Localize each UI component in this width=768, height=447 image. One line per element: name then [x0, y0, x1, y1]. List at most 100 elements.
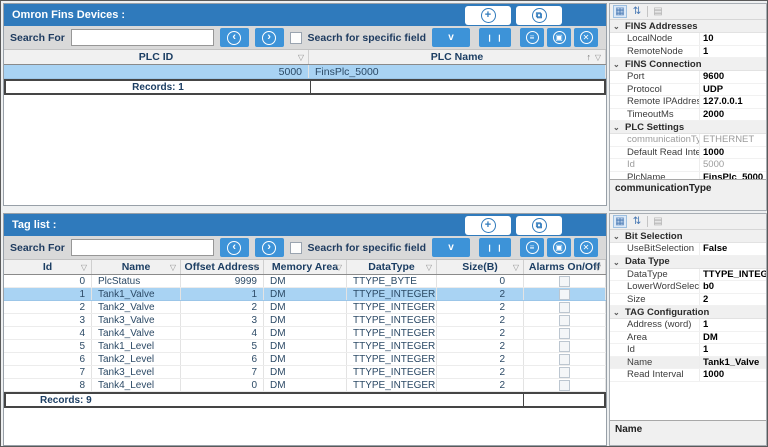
filter-icon[interactable]: ▽	[298, 53, 304, 62]
alarm-checkbox[interactable]	[559, 315, 570, 326]
chevron-down-icon[interactable]: ⌄	[613, 230, 620, 243]
property-row[interactable]: LowerWordSelectionb0	[610, 281, 766, 294]
tag-column-id[interactable]: Id ▽	[4, 260, 92, 274]
property-value[interactable]: TTYPE_INTEGER	[700, 269, 766, 281]
tag-column-size[interactable]: Size(B) ▽	[437, 260, 524, 274]
filter-icon[interactable]: ▽	[595, 53, 601, 62]
filter-icon[interactable]: ▽	[513, 263, 519, 272]
fins-menu-button[interactable]: ≡	[520, 28, 544, 47]
chevron-down-icon[interactable]: ⌄	[613, 256, 620, 269]
property-value[interactable]: 127.0.0.1	[700, 96, 766, 108]
property-value[interactable]: 1000	[700, 147, 766, 159]
tag-column-datatype[interactable]: DataType ▽	[347, 260, 437, 274]
chevron-down-icon[interactable]: ⌄	[613, 20, 620, 33]
property-row[interactable]: PlcNameFinsPlc_5000	[610, 172, 766, 180]
property-value[interactable]: DM	[700, 332, 766, 344]
property-row[interactable]: UseBitSelectionFalse	[610, 243, 766, 256]
table-row[interactable]: 5 Tank1_Level 5 DM TTYPE_INTEGER 2	[4, 340, 606, 353]
fins-table-row[interactable]: 5000 FinsPlc_5000	[4, 65, 606, 79]
filter-icon[interactable]: ▽	[81, 263, 87, 272]
property-category[interactable]: ⌄PLC Settings	[610, 121, 766, 134]
fins-validate-button[interactable]: v	[432, 28, 470, 47]
tag-column-alarms[interactable]: Alarms On/Off ▽	[524, 260, 606, 274]
copy-tag-button[interactable]: ⧉	[516, 216, 562, 235]
property-row[interactable]: Id1	[610, 344, 766, 357]
fins-export-button[interactable]: ▣	[547, 28, 571, 47]
property-value[interactable]: 2000	[700, 109, 766, 121]
table-row[interactable]: 2 Tank2_Valve 2 DM TTYPE_INTEGER 2	[4, 301, 606, 314]
alarm-checkbox[interactable]	[559, 328, 570, 339]
property-category[interactable]: ⌄FINS Connection	[610, 58, 766, 71]
chevron-down-icon[interactable]: ⌄	[613, 306, 620, 319]
chevron-down-icon[interactable]: ⌄	[613, 121, 620, 134]
alarm-checkbox[interactable]	[559, 289, 570, 300]
filter-icon[interactable]: ▽	[253, 263, 259, 272]
tag-pause-button[interactable]: ❙ ❙	[479, 238, 511, 257]
property-value[interactable]: UDP	[700, 84, 766, 96]
property-value[interactable]: 9600	[700, 71, 766, 83]
filter-icon[interactable]: ▽	[170, 263, 176, 272]
tag-search-prev-button[interactable]: ‹	[220, 238, 249, 257]
tag-column-memory-area[interactable]: Memory Area ▽	[264, 260, 347, 274]
property-row[interactable]: Id5000	[610, 159, 766, 172]
property-value[interactable]: 10	[700, 33, 766, 45]
sort-alphabetical-icon[interactable]: ⇅	[630, 5, 644, 18]
property-value[interactable]: b0	[700, 281, 766, 293]
table-row[interactable]: 0 PlcStatus 9999 DM TTYPE_BYTE 0	[4, 275, 606, 288]
property-row[interactable]: Address (word)1	[610, 319, 766, 332]
add-tag-button[interactable]: +	[465, 216, 511, 235]
tag-close-button[interactable]: ✕	[574, 238, 598, 257]
copy-device-button[interactable]: ⧉	[516, 6, 562, 25]
property-row[interactable]: NameTank1_Valve	[610, 357, 766, 370]
fins-search-next-button[interactable]: ›	[255, 28, 284, 47]
property-category[interactable]: ⌄TAG Configuration	[610, 306, 766, 319]
property-value[interactable]: 1	[700, 344, 766, 356]
alarm-checkbox[interactable]	[559, 302, 570, 313]
tag-search-input[interactable]	[71, 239, 214, 256]
fins-pause-button[interactable]: ❙ ❙	[479, 28, 511, 47]
fins-search-input[interactable]	[71, 29, 214, 46]
tag-menu-button[interactable]: ≡	[520, 238, 544, 257]
tag-specific-field-checkbox[interactable]	[290, 242, 302, 254]
property-row[interactable]: communicationTypeETHERNET	[610, 134, 766, 147]
fins-search-prev-button[interactable]: ‹	[220, 28, 249, 47]
property-value[interactable]: 1	[700, 319, 766, 331]
fins-column-plc-name[interactable]: PLC Name ↑ ▽	[309, 50, 606, 64]
fins-close-button[interactable]: ✕	[574, 28, 598, 47]
property-row[interactable]: Size2	[610, 294, 766, 307]
property-row[interactable]: Read Interval1000	[610, 369, 766, 382]
alarm-checkbox[interactable]	[559, 341, 570, 352]
property-value[interactable]: False	[700, 243, 766, 255]
table-row[interactable]: 6 Tank2_Level 6 DM TTYPE_INTEGER 2	[4, 353, 606, 366]
property-value[interactable]: 1	[700, 46, 766, 58]
property-row[interactable]: Default Read Interval (m1000	[610, 147, 766, 160]
property-row[interactable]: TimeoutMs2000	[610, 109, 766, 122]
table-row[interactable]: 3 Tank3_Valve 3 DM TTYPE_INTEGER 2	[4, 314, 606, 327]
property-row[interactable]: ProtocolUDP	[610, 84, 766, 97]
property-row[interactable]: LocalNode10	[610, 33, 766, 46]
property-row[interactable]: Remote IPAddress127.0.0.1	[610, 96, 766, 109]
tag-column-name[interactable]: Name ▽	[92, 260, 181, 274]
property-value[interactable]: 5000	[700, 159, 766, 171]
table-row[interactable]: 1 Tank1_Valve 1 DM TTYPE_INTEGER 2	[4, 288, 606, 301]
table-row[interactable]: 4 Tank4_Valve 4 DM TTYPE_INTEGER 2	[4, 327, 606, 340]
property-row[interactable]: DataTypeTTYPE_INTEGER	[610, 269, 766, 282]
table-row[interactable]: 8 Tank4_Level 0 DM TTYPE_INTEGER 2	[4, 379, 606, 392]
tag-export-button[interactable]: ▣	[547, 238, 571, 257]
categorized-view-icon[interactable]: ▦	[613, 5, 627, 18]
property-row[interactable]: Port9600	[610, 71, 766, 84]
property-category[interactable]: ⌄Data Type	[610, 256, 766, 269]
alarm-checkbox[interactable]	[559, 276, 570, 287]
table-row[interactable]: 7 Tank3_Level 7 DM TTYPE_INTEGER 2	[4, 366, 606, 379]
property-value[interactable]: 1000	[700, 369, 766, 381]
property-value[interactable]: Tank1_Valve	[700, 357, 766, 369]
property-value[interactable]: ETHERNET	[700, 134, 766, 146]
property-row[interactable]: RemoteNode1	[610, 46, 766, 59]
property-row[interactable]: AreaDM	[610, 332, 766, 345]
property-category[interactable]: ⌄FINS Addresses	[610, 20, 766, 33]
filter-icon[interactable]: ▽	[595, 263, 601, 272]
chevron-down-icon[interactable]: ⌄	[613, 58, 620, 71]
alarm-checkbox[interactable]	[559, 354, 570, 365]
sort-alphabetical-icon[interactable]: ⇅	[630, 215, 644, 228]
tag-search-next-button[interactable]: ›	[255, 238, 284, 257]
